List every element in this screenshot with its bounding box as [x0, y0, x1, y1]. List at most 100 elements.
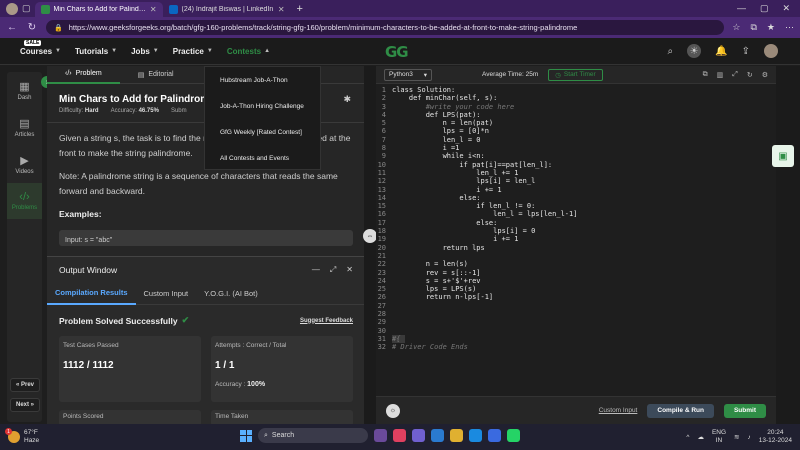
split-icon[interactable]: ▥: [717, 71, 724, 79]
suggest-feedback-link[interactable]: Suggest Feedback: [300, 318, 353, 324]
folder-icon[interactable]: [450, 429, 463, 442]
code-line[interactable]: 1 class Solution:: [376, 86, 776, 94]
settings-icon[interactable]: ⚙: [762, 71, 768, 79]
code-line[interactable]: 4 def LPS(pat):: [376, 111, 776, 119]
code-line[interactable]: 6 lps = [0]*n: [376, 127, 776, 135]
close-window-icon[interactable]: ✕: [782, 3, 790, 14]
prev-button[interactable]: « Prev: [10, 378, 40, 392]
minimize-icon[interactable]: —: [737, 3, 746, 14]
refresh-icon[interactable]: ↻: [26, 22, 38, 33]
language-select[interactable]: Python3 ▾: [384, 68, 432, 81]
app-icon[interactable]: [488, 429, 501, 442]
close-tab-icon[interactable]: ✕: [150, 5, 157, 14]
code-line[interactable]: 28: [376, 310, 776, 318]
start-timer-button[interactable]: ◷ Start Timer: [548, 68, 603, 81]
tab-custom-input[interactable]: Custom Input: [136, 283, 197, 305]
code-line[interactable]: 12 lps[i] = len_l: [376, 177, 776, 185]
nav-tutorials[interactable]: Tutorials ▼: [75, 47, 117, 56]
code-line[interactable]: 3 #write your code here: [376, 103, 776, 111]
submit-button[interactable]: Submit: [723, 403, 766, 418]
tab-linkedin[interactable]: (24) Indrajit Biswas | LinkedIn ✕: [163, 2, 291, 17]
app-icon[interactable]: [469, 429, 482, 442]
resize-handle-icon[interactable]: ⇔: [363, 229, 377, 243]
code-line[interactable]: 26 return n-lps[-1]: [376, 293, 776, 301]
maximize-icon[interactable]: ▢: [760, 3, 769, 14]
code-line[interactable]: 2 def minChar(self, s):: [376, 94, 776, 102]
code-line[interactable]: 30: [376, 327, 776, 335]
theme-toggle-icon[interactable]: ☀: [687, 44, 702, 58]
code-line[interactable]: 22 n = len(s): [376, 260, 776, 268]
code-line[interactable]: 20 return lps: [376, 244, 776, 252]
code-line[interactable]: 13 i += 1: [376, 186, 776, 194]
app-icon[interactable]: [393, 429, 406, 442]
code-area[interactable]: 1 class Solution: 2 def minChar(self, s): 3…: [376, 86, 776, 376]
menu-icon[interactable]: ⋯: [785, 22, 794, 33]
favorites-icon[interactable]: ★: [767, 22, 775, 33]
menu-item-job-a-thon[interactable]: Job-A-Thon Hiring Challenge: [205, 93, 320, 119]
taskbar-search[interactable]: ⌕ Search: [258, 428, 368, 443]
chevron-up-icon[interactable]: ^: [686, 434, 689, 441]
volume-icon[interactable]: ♪: [748, 434, 751, 441]
nav-jobs[interactable]: Jobs ▼: [131, 47, 159, 56]
code-line[interactable]: 9 while i<n:: [376, 152, 776, 160]
code-line[interactable]: 32 # Driver Code Ends: [376, 343, 776, 351]
lightbulb-icon[interactable]: ☼: [386, 403, 400, 418]
app-icon[interactable]: [412, 429, 425, 442]
compile-run-button[interactable]: Compile & Run: [647, 403, 714, 418]
tab-yogi[interactable]: Y.O.G.I. (AI Bot): [196, 283, 266, 305]
back-icon[interactable]: ←: [6, 22, 18, 33]
share-icon[interactable]: ⇪: [742, 46, 750, 57]
language-indicator[interactable]: ENG IN: [712, 429, 726, 445]
code-line[interactable]: 5 n = len(pat): [376, 119, 776, 127]
expand-icon[interactable]: ⤢: [330, 265, 336, 275]
sidebar-item-dash[interactable]: ▦ Dash: [7, 72, 42, 109]
code-line[interactable]: 8 i =1: [376, 144, 776, 152]
sidebar-item-articles[interactable]: ▤ Articles: [7, 109, 42, 146]
code-line[interactable]: 24 s = s+'$'+rev: [376, 277, 776, 285]
new-tab-button[interactable]: +: [291, 3, 309, 15]
bug-report-icon[interactable]: ✱: [343, 94, 351, 105]
code-line[interactable]: 19 i += 1: [376, 235, 776, 243]
code-line[interactable]: 7 len_l = 0: [376, 136, 776, 144]
panel-splitter[interactable]: [364, 66, 376, 424]
clock[interactable]: 20:24 13-12-2024: [759, 429, 792, 445]
nav-contests[interactable]: Contests ▲: [227, 47, 270, 56]
close-tab-icon[interactable]: ✕: [278, 5, 285, 14]
notification-icon[interactable]: 🔔: [715, 46, 727, 57]
code-line[interactable]: 25 lps = LPS(s): [376, 285, 776, 293]
code-line[interactable]: 21: [376, 252, 776, 260]
windows-start-icon[interactable]: [240, 429, 252, 442]
nav-courses[interactable]: SALE Courses ▼: [20, 39, 61, 56]
menu-item-gfg-weekly[interactable]: GfG Weekly [Rated Contest]: [205, 119, 320, 145]
search-icon[interactable]: ⌕: [668, 46, 674, 57]
gfg-logo[interactable]: GG: [385, 43, 409, 61]
code-line[interactable]: 23 rev = s[::-1]: [376, 269, 776, 277]
menu-item-hubstream[interactable]: Hubstream Job-A-Thon: [205, 67, 320, 93]
tab-problem[interactable]: ‹/› Problem: [47, 66, 120, 84]
tab-min-chars[interactable]: Min Chars to Add for Palindrome ✕: [34, 2, 163, 17]
tab-editorial[interactable]: ▤ Editorial: [120, 66, 192, 84]
copy-icon[interactable]: ⧉: [703, 71, 708, 79]
fullscreen-icon[interactable]: ⤢: [732, 71, 738, 79]
workspace-icon[interactable]: ▢: [22, 3, 31, 14]
code-line[interactable]: 17 else:: [376, 219, 776, 227]
code-line[interactable]: 14 else:: [376, 194, 776, 202]
app-icon[interactable]: [374, 429, 387, 442]
code-line[interactable]: 18 lps[i] = 0: [376, 227, 776, 235]
chat-icon[interactable]: ▣: [772, 145, 794, 167]
edge-icon[interactable]: [431, 429, 444, 442]
minimize-icon[interactable]: —: [312, 265, 320, 275]
next-button[interactable]: Next »: [10, 398, 40, 412]
tab-compilation-results[interactable]: Compilation Results: [47, 283, 136, 305]
star-icon[interactable]: ☆: [732, 22, 740, 33]
menu-item-all-contests[interactable]: All Contests and Events: [205, 145, 320, 171]
sidebar-item-problems[interactable]: ‹/› Problems: [7, 183, 42, 219]
reset-icon[interactable]: ↻: [747, 71, 753, 79]
url-field[interactable]: 🔒 https://www.geeksforgeeks.org/batch/gf…: [46, 20, 725, 35]
extensions-icon[interactable]: ⧉: [750, 22, 756, 33]
avatar[interactable]: [764, 44, 778, 58]
profile-icon[interactable]: [6, 2, 18, 15]
code-line[interactable]: 31 #{: [376, 334, 776, 344]
custom-input-link[interactable]: Custom Input: [599, 407, 638, 414]
nav-practice[interactable]: Practice ▼: [173, 47, 213, 56]
